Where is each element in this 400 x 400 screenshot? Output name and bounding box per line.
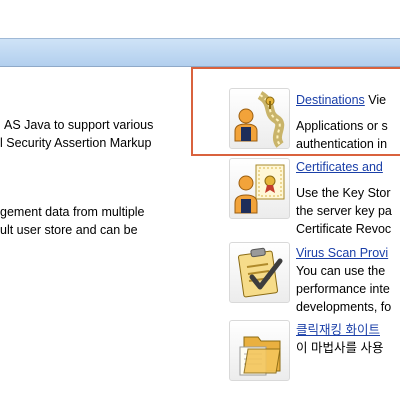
item-desc-line: performance inte xyxy=(296,282,390,296)
header-banner xyxy=(0,38,400,67)
left-description-2: gement data from multiple ult user store… xyxy=(0,203,205,239)
certificate-icon xyxy=(234,164,285,214)
clickjacking-link[interactable]: 클릭재킹 화이트 xyxy=(296,323,380,337)
item-desc-line: the server key pa xyxy=(296,204,392,218)
certificates-link[interactable]: Certificates and xyxy=(296,160,383,174)
virus-scan-icon xyxy=(238,247,283,298)
left-desc-line: gement data from multiple xyxy=(0,205,145,219)
item-desc-line: 이 마법사를 사용 xyxy=(296,341,384,355)
item-desc-line: You can use the xyxy=(296,264,386,278)
destinations-tile[interactable] xyxy=(229,88,290,149)
clickjacking-item: 클릭재킹 화이트 이 마법사를 사용 xyxy=(296,321,400,357)
left-desc-line: AS Java to support various xyxy=(4,118,154,132)
destinations-link[interactable]: Destinations xyxy=(296,93,365,107)
item-desc-line: Use the Key Stor xyxy=(296,186,391,200)
item-desc-line: authentication in xyxy=(296,137,388,151)
certificates-tile[interactable] xyxy=(229,158,290,219)
clickjacking-tile[interactable] xyxy=(229,320,290,381)
folder-icon xyxy=(239,336,281,376)
virus-scan-tile[interactable] xyxy=(229,242,290,303)
left-desc-line: ult user store and can be xyxy=(0,223,138,237)
virus-scan-link[interactable]: Virus Scan Provi xyxy=(296,246,388,260)
item-desc-line: Applications or s xyxy=(296,119,388,133)
item-desc-line: Certificate Revoc xyxy=(296,222,392,236)
destinations-item: Destinations Vie Applications or s authe… xyxy=(296,91,400,153)
destinations-suffix: Vie xyxy=(368,93,387,107)
left-desc-line: l Security Assertion Markup xyxy=(0,136,152,150)
destinations-icon xyxy=(234,91,285,148)
virus-scan-item: Virus Scan Provi You can use the perform… xyxy=(296,244,400,316)
certificates-item: Certificates and Use the Key Stor the se… xyxy=(296,158,400,238)
top-area xyxy=(0,0,400,38)
item-desc-line: developments, fo xyxy=(296,300,392,314)
left-description-1: AS Java to support various l Security As… xyxy=(0,116,205,152)
